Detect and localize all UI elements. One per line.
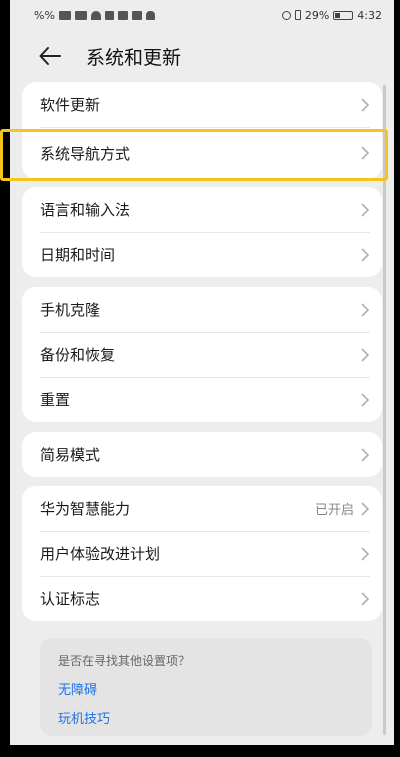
battery-percent: 29%: [304, 8, 330, 22]
page-title: 系统和更新: [86, 46, 182, 69]
chevron-right-icon: [361, 202, 370, 217]
settings-group-4: 简易模式: [22, 432, 382, 477]
settings-item-label: 华为智慧能力: [40, 500, 131, 518]
chevron-right-icon: [361, 392, 370, 407]
status-bar-left: %%: [34, 9, 155, 22]
chevron-right-icon: [361, 146, 370, 160]
settings-group-3: 手机克隆 备份和恢复 重置: [22, 287, 382, 422]
qq-icon: [145, 10, 155, 20]
back-arrow-icon[interactable]: [36, 42, 64, 70]
settings-item-value: 已开启: [314, 503, 354, 518]
wifi-icon: [90, 10, 101, 20]
settings-item-label: 语言和输入法: [40, 201, 131, 219]
signal-icon: [74, 10, 87, 20]
suggestion-link-tips[interactable]: 玩机技巧: [58, 708, 354, 727]
settings-item-label: 简易模式: [40, 446, 101, 464]
notification-icon: [104, 10, 114, 20]
chevron-right-icon: [361, 247, 370, 262]
status-indicator-text: %%: [34, 8, 55, 22]
chevron-right-icon: [361, 347, 370, 362]
signal-icon: [58, 10, 71, 20]
chevron-right-icon: [361, 501, 370, 516]
alarm-icon: [281, 10, 291, 20]
settings-group-1: 软件更新 系统导航方式: [22, 82, 382, 179]
settings-item-certification[interactable]: 认证标志: [22, 576, 382, 621]
settings-item-phone-clone[interactable]: 手机克隆: [22, 287, 382, 332]
suggestions-card: 是否在寻找其他设置项？ 无障碍 玩机技巧: [40, 638, 372, 736]
settings-item-simple-mode[interactable]: 简易模式: [22, 432, 382, 477]
header: 系统和更新: [10, 30, 394, 82]
settings-screen: %% 29% 4:32 系统和更新 软件更新 系统导航方式 语言和输入法 日期和…: [10, 0, 394, 745]
settings-item-label: 日期和时间: [40, 246, 116, 264]
settings-item-huawei-smart[interactable]: 华为智慧能力 已开启: [22, 486, 382, 531]
scrollbar[interactable]: [383, 85, 386, 735]
settings-item-date-time[interactable]: 日期和时间: [22, 232, 382, 277]
settings-item-software-update[interactable]: 软件更新: [22, 82, 382, 127]
settings-item-label: 软件更新: [40, 96, 101, 114]
video-icon: [117, 10, 128, 20]
status-bar-right: 29% 4:32: [281, 8, 382, 22]
status-time: 4:32: [357, 8, 382, 22]
status-bar: %% 29% 4:32: [10, 0, 394, 30]
settings-item-language-input[interactable]: 语言和输入法: [22, 187, 382, 232]
settings-item-navigation-mode[interactable]: 系统导航方式: [22, 127, 382, 179]
settings-item-backup-restore[interactable]: 备份和恢复: [22, 332, 382, 377]
chevron-right-icon: [361, 546, 370, 561]
settings-item-label: 备份和恢复: [40, 346, 116, 364]
settings-group-2: 语言和输入法 日期和时间: [22, 187, 382, 277]
settings-item-reset[interactable]: 重置: [22, 377, 382, 422]
message-icon: [131, 10, 142, 20]
settings-item-label: 手机克隆: [40, 301, 101, 319]
settings-group-5: 华为智慧能力 已开启 用户体验改进计划 认证标志: [22, 486, 382, 621]
settings-item-label: 用户体验改进计划: [40, 545, 161, 563]
settings-item-label: 重置: [40, 391, 71, 409]
chevron-right-icon: [361, 447, 370, 462]
settings-item-label: 认证标志: [40, 590, 101, 608]
settings-item-user-experience[interactable]: 用户体验改进计划: [22, 531, 382, 576]
chevron-right-icon: [361, 302, 370, 317]
vibrate-icon: [294, 10, 301, 20]
battery-icon: [333, 10, 354, 20]
chevron-right-icon: [361, 97, 370, 112]
suggestion-link-accessibility[interactable]: 无障碍: [58, 679, 354, 698]
chevron-right-icon: [361, 591, 370, 606]
settings-item-label: 系统导航方式: [40, 144, 131, 163]
suggestions-question: 是否在寻找其他设置项？: [58, 654, 191, 668]
